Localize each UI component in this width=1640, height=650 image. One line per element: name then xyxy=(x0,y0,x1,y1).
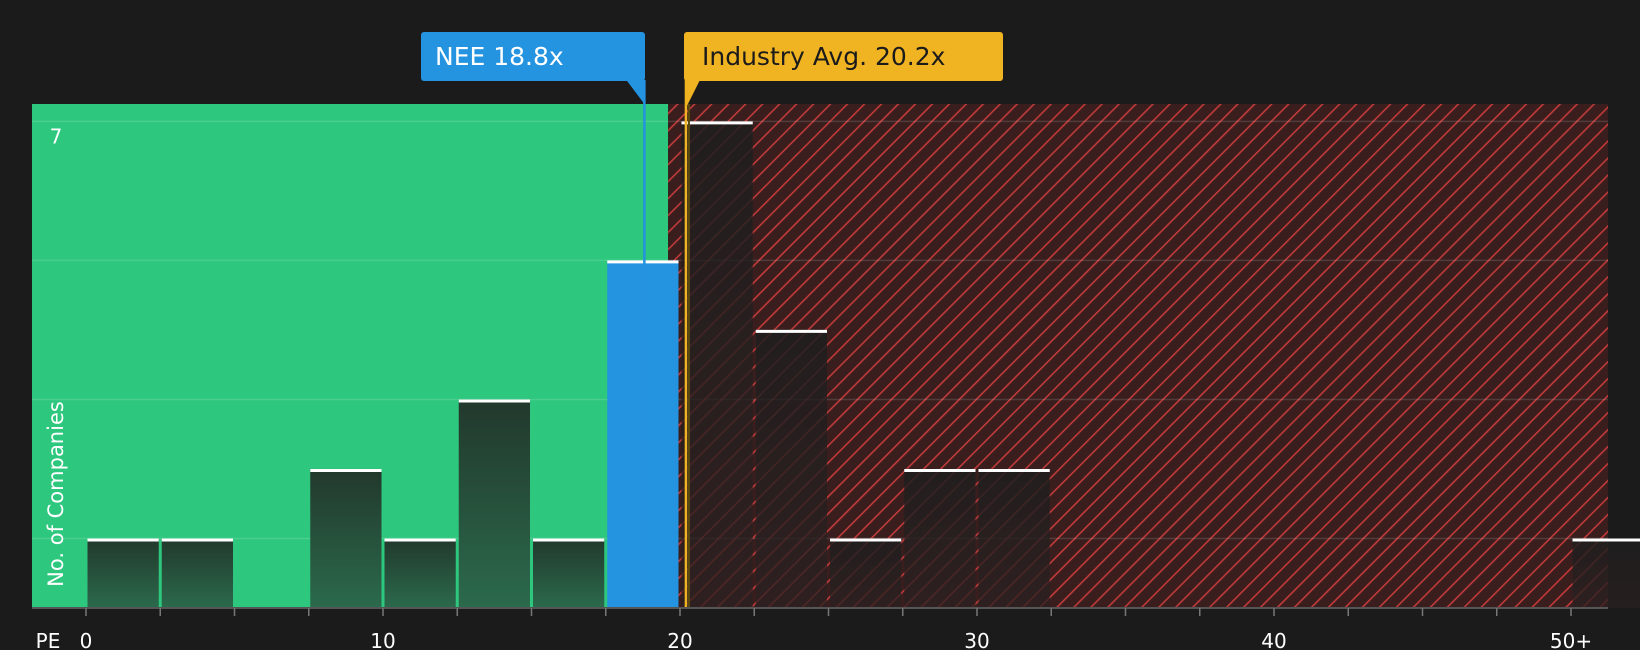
x-tick-label: 40 xyxy=(1261,629,1286,650)
histogram-bar xyxy=(755,329,827,608)
histogram-bar xyxy=(978,468,1050,608)
x-tick-label: 20 xyxy=(667,629,692,650)
industry-callout-pointer xyxy=(685,80,700,108)
y-axis-title: No. of Companies xyxy=(44,401,68,587)
histogram-bar xyxy=(607,260,679,608)
histogram-bar xyxy=(830,538,902,608)
histogram-bar xyxy=(161,538,233,608)
x-axis-title: PE xyxy=(36,629,61,650)
x-tick-label: 30 xyxy=(964,629,989,650)
histogram-bar xyxy=(458,399,530,608)
x-tick-label: 10 xyxy=(370,629,395,650)
histogram-bar xyxy=(904,468,976,608)
company-pe-callout: NEE 18.8x xyxy=(421,32,645,81)
pe-histogram-chart: 0 10 20 30 40 50+ PE 7 No. of Companies xyxy=(32,80,1640,650)
company-callout-pointer xyxy=(626,80,645,104)
histogram-bar xyxy=(87,538,159,608)
industry-avg-pe-callout: Industry Avg. 20.2x xyxy=(684,32,1003,81)
histogram-bar xyxy=(1572,538,1640,608)
histogram-bar xyxy=(384,538,456,608)
y-tick-label: 7 xyxy=(50,124,63,148)
x-tick-label: 50+ xyxy=(1550,629,1592,650)
histogram-bar xyxy=(310,468,382,608)
x-tick-label: 0 xyxy=(80,629,93,650)
histogram-bar xyxy=(533,538,605,608)
histogram-bar xyxy=(681,121,753,609)
x-axis xyxy=(32,607,1608,616)
